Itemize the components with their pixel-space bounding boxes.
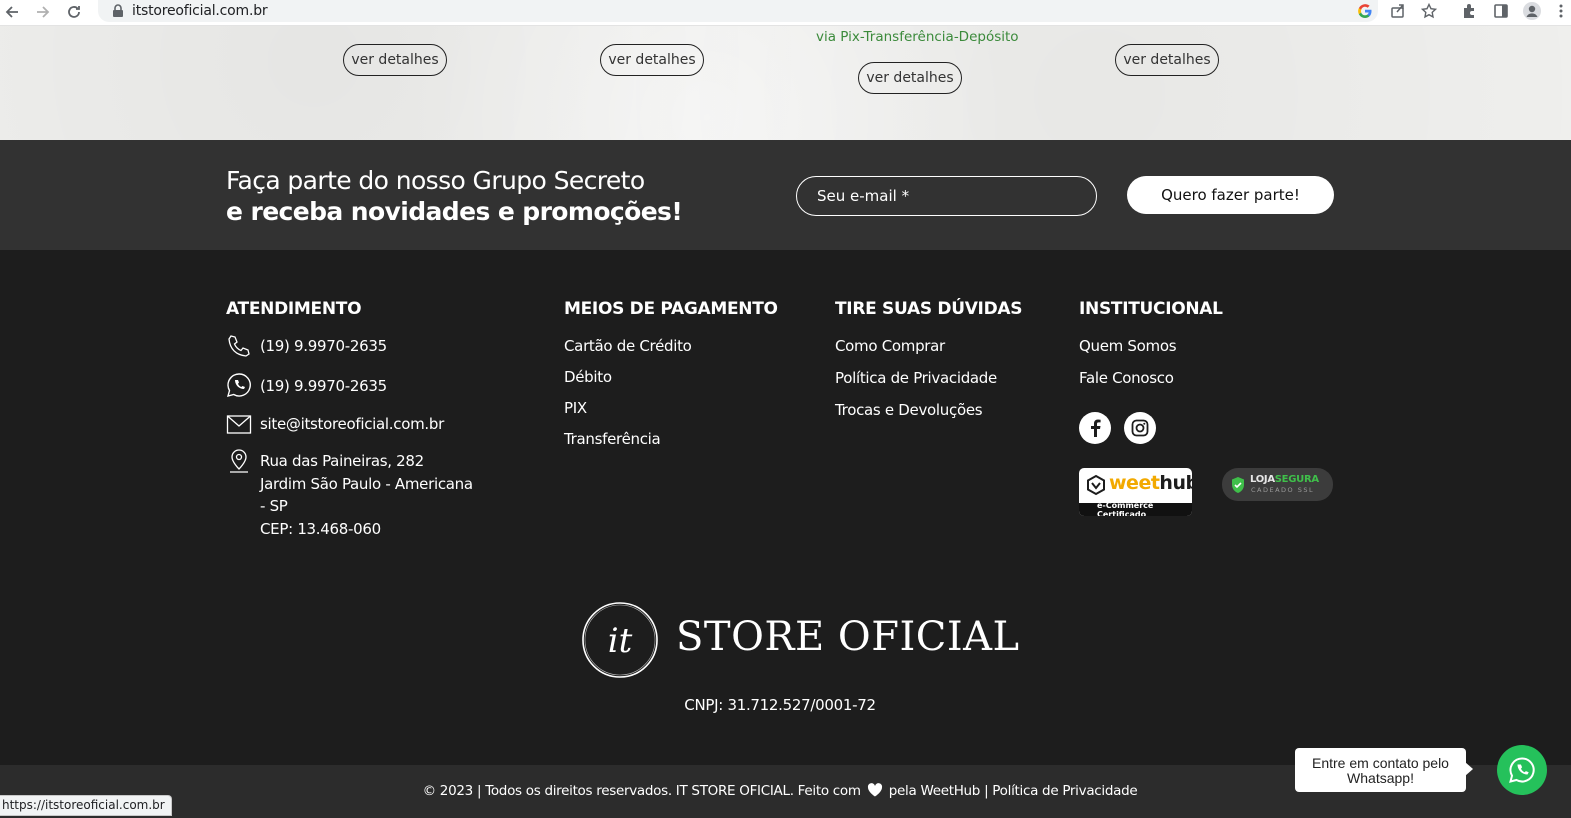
returns-link[interactable]: Trocas e Devoluções: [835, 401, 983, 419]
google-icon[interactable]: [1354, 1, 1376, 21]
browser-status-url: https://itstoreoficial.com.br: [0, 795, 172, 816]
company-cnpj: CNPJ: 31.712.527/0001-72: [684, 696, 876, 714]
whatsapp-chat-button[interactable]: [1497, 745, 1547, 795]
faq-title: TIRE SUAS DÚVIDAS: [835, 299, 1023, 319]
bookmark-star-icon[interactable]: [1418, 1, 1440, 21]
contact-us-link[interactable]: Fale Conosco: [1079, 369, 1174, 387]
heart-icon: [867, 783, 882, 797]
weethub-logo-icon: [1087, 474, 1105, 496]
store-logo-mark: it: [582, 602, 658, 678]
address-zip: CEP: 13.468-060: [260, 519, 381, 538]
facebook-icon[interactable]: [1079, 412, 1111, 444]
address-street: Rua das Paineiras, 282: [260, 452, 424, 470]
newsletter-heading: Faça parte do nosso Grupo Secreto: [226, 166, 645, 195]
products-strip: ver detalhes ver detalhes via Pix-Transf…: [0, 26, 1571, 140]
instagram-icon[interactable]: [1124, 412, 1156, 444]
view-details-button[interactable]: ver detalhes: [1115, 44, 1219, 76]
how-to-buy-link[interactable]: Como Comprar: [835, 337, 945, 355]
reload-icon[interactable]: [64, 2, 84, 22]
store-logo-text: STORE OFICIAL: [676, 614, 1020, 660]
whatsapp-link[interactable]: (19) 9.9970-2635: [260, 377, 387, 395]
store-address: Rua das Paineiras, 282 Jardim São Paulo …: [260, 450, 475, 540]
weethub-certified-label: e-Commerce Certificado: [1079, 501, 1192, 516]
secure-store-badge[interactable]: LOJASEGURA CADEADO SSL: [1222, 468, 1333, 501]
weethub-certified-badge[interactable]: weethub e-Commerce Certificado: [1079, 468, 1192, 516]
newsletter-subheading: e receba novidades e promoções!: [226, 197, 683, 226]
location-pin-icon: [230, 449, 248, 473]
share-icon[interactable]: [1387, 1, 1409, 21]
profile-avatar-icon[interactable]: [1521, 1, 1543, 21]
whatsapp-contact-bubble[interactable]: Entre em contato pelo Whatsapp!: [1295, 748, 1473, 792]
ssl-label: CADEADO SSL: [1251, 486, 1315, 494]
back-arrow-icon[interactable]: [2, 2, 22, 22]
email-field[interactable]: [796, 176, 1097, 216]
pix-payment-note: via Pix-Transferência-Depósito: [816, 29, 1019, 45]
browser-toolbar: itstoreoficial.com.br: [0, 0, 1571, 26]
phone-link[interactable]: (19) 9.9970-2635: [260, 337, 387, 355]
newsletter-section: Faça parte do nosso Grupo Secreto e rece…: [0, 140, 1571, 250]
atendimento-title: ATENDIMENTO: [226, 299, 362, 319]
email-icon: [226, 415, 252, 434]
whatsapp-icon: [1509, 757, 1535, 783]
lock-icon[interactable]: [112, 4, 124, 18]
institutional-title: INSTITUCIONAL: [1079, 299, 1223, 319]
site-footer: ATENDIMENTO (19) 9.9970-2635 (19) 9.9970…: [0, 250, 1571, 765]
copyright-suffix[interactable]: pela WeetHub | Política de Privacidade: [889, 783, 1138, 799]
menu-kebab-icon[interactable]: [1550, 1, 1571, 21]
view-details-button[interactable]: ver detalhes: [600, 44, 704, 76]
payment-methods-title: MEIOS DE PAGAMENTO: [564, 299, 778, 319]
whatsapp-icon: [227, 373, 251, 397]
about-us-link[interactable]: Quem Somos: [1079, 337, 1177, 355]
extensions-icon[interactable]: [1458, 1, 1480, 21]
url-text[interactable]: itstoreoficial.com.br: [132, 3, 268, 19]
view-details-button[interactable]: ver detalhes: [343, 44, 447, 76]
side-panel-icon[interactable]: [1490, 1, 1512, 21]
join-group-button[interactable]: Quero fazer parte!: [1127, 176, 1334, 214]
address-bar[interactable]: [98, 0, 1378, 22]
address-district: Jardim São Paulo - Americana - SP: [260, 474, 473, 516]
privacy-policy-link[interactable]: Política de Privacidade: [835, 369, 997, 387]
view-details-button[interactable]: ver detalhes: [858, 62, 962, 94]
weethub-wordmark: weethub: [1109, 472, 1192, 494]
payment-transfer[interactable]: Transferência: [564, 430, 661, 448]
secure-store-wordmark: LOJASEGURA: [1250, 474, 1319, 485]
logo-monogram: it: [608, 621, 633, 661]
email-link[interactable]: site@itstoreoficial.com.br: [260, 415, 444, 433]
forward-arrow-icon[interactable]: [33, 2, 53, 22]
payment-credit-card[interactable]: Cartão de Crédito: [564, 337, 692, 355]
payment-pix[interactable]: PIX: [564, 399, 587, 417]
shield-check-icon: [1232, 477, 1244, 493]
phone-icon: [228, 335, 250, 357]
payment-debit[interactable]: Débito: [564, 368, 612, 386]
copyright-prefix: © 2023 | Todos os direitos reservados. I…: [422, 783, 861, 799]
